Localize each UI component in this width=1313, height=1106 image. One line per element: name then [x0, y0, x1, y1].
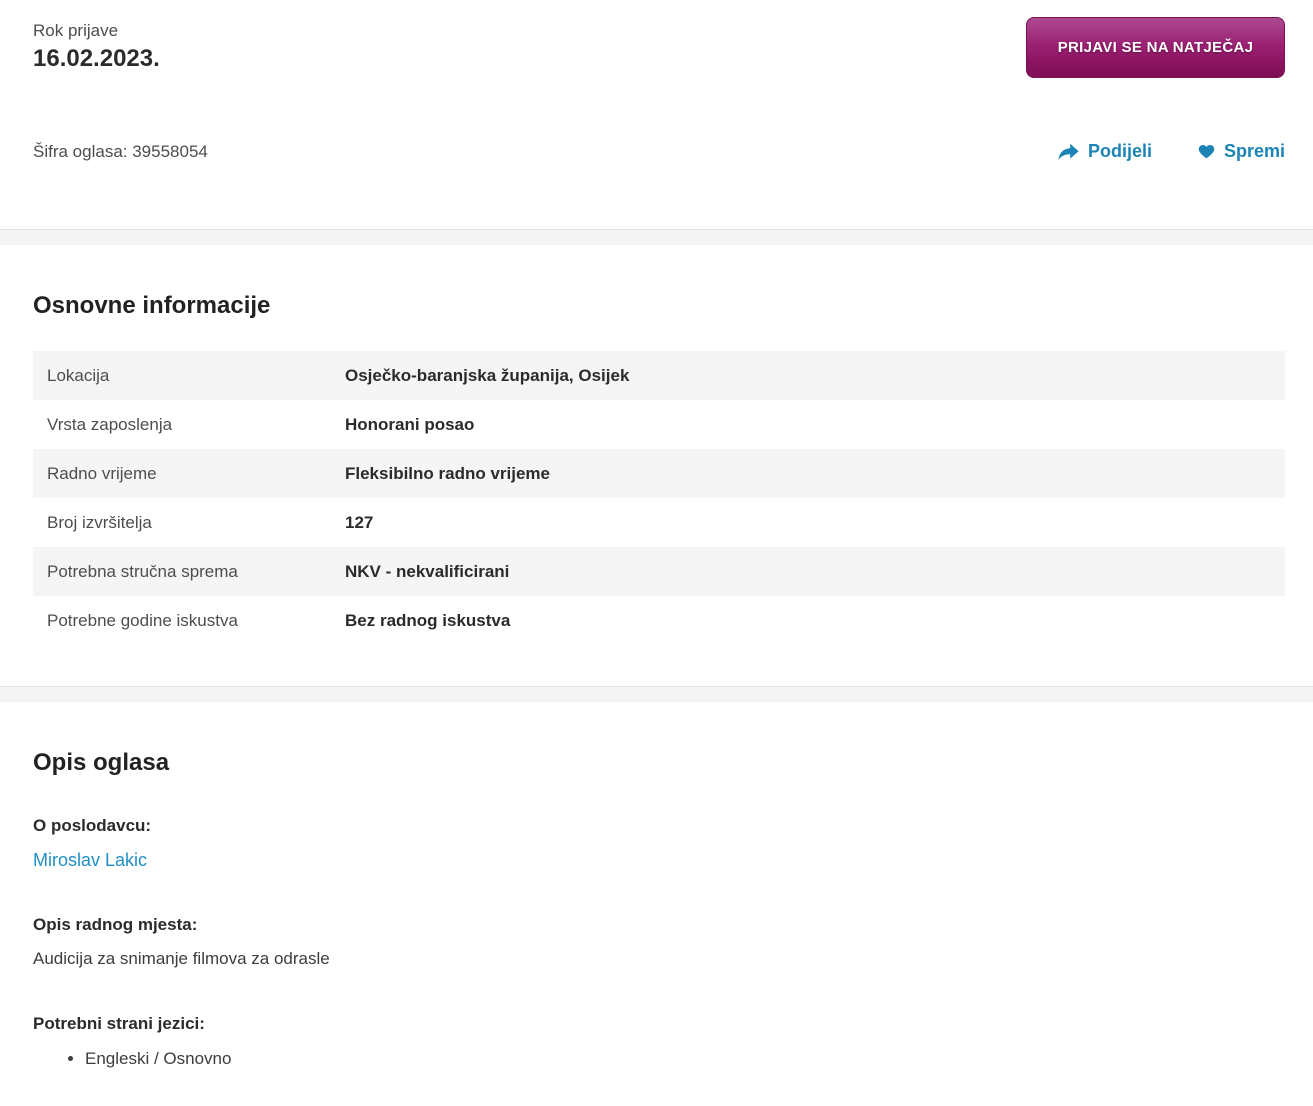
- row-label: Broj izvršitelja: [47, 513, 345, 533]
- application-deadline: Rok prijave 16.02.2023.: [33, 20, 160, 74]
- table-row: Vrsta zaposlenja Honorani posao: [33, 400, 1285, 449]
- language-item: Engleski / Osnovno: [85, 1046, 1285, 1072]
- apply-button[interactable]: PRIJAVI SE NA NATJEČAJ: [1026, 17, 1285, 78]
- job-ad-page: Rok prijave 16.02.2023. PRIJAVI SE NA NA…: [0, 0, 1313, 1106]
- basic-info-section: Osnovne informacije Lokacija Osječko-bar…: [0, 292, 1313, 686]
- share-arrow-icon: [1058, 143, 1079, 161]
- basic-info-table: Lokacija Osječko-baranjska županija, Osi…: [33, 351, 1285, 645]
- row-value: Osječko-baranjska županija, Osijek: [345, 366, 629, 386]
- save-link[interactable]: Spremi: [1198, 141, 1285, 162]
- share-link[interactable]: Podijeli: [1058, 141, 1152, 162]
- languages-list: Engleski / Osnovno: [33, 1046, 1285, 1072]
- row-value: 127: [345, 513, 373, 533]
- ad-description-section: Opis oglasa O poslodavcu: Miroslav Lakic…: [0, 749, 1313, 1106]
- ad-code: Šifra oglasa: 39558054: [33, 142, 208, 162]
- deadline-label: Rok prijave: [33, 20, 160, 42]
- ad-code-row: Šifra oglasa: 39558054 Podijeli: [33, 141, 1285, 162]
- ad-actions: Podijeli Spremi: [1058, 141, 1285, 162]
- section-divider: [0, 229, 1313, 245]
- row-label: Lokacija: [47, 366, 345, 386]
- basic-info-title: Osnovne informacije: [33, 292, 1285, 320]
- row-label: Potrebna stručna sprema: [47, 562, 345, 582]
- table-row: Potrebne godine iskustva Bez radnog isku…: [33, 596, 1285, 645]
- row-label: Vrsta zaposlenja: [47, 415, 345, 435]
- row-value: NKV - nekvalificirani: [345, 562, 509, 582]
- share-link-label: Podijeli: [1088, 141, 1152, 162]
- spacer: [33, 645, 1285, 686]
- employer-label: O poslodavcu:: [33, 813, 1285, 839]
- employer-link[interactable]: Miroslav Lakic: [33, 847, 147, 873]
- row-label: Radno vrijeme: [47, 464, 345, 484]
- deadline-date: 16.02.2023.: [33, 44, 160, 74]
- row-value: Bez radnog iskustva: [345, 611, 510, 631]
- row-value: Honorani posao: [345, 415, 474, 435]
- job-description-label: Opis radnog mjesta:: [33, 912, 1285, 938]
- job-description-text: Audicija za snimanje filmova za odrasle: [33, 946, 1285, 972]
- languages-label: Potrebni strani jezici:: [33, 1011, 1285, 1037]
- table-row: Broj izvršitelja 127: [33, 498, 1285, 547]
- table-row: Radno vrijeme Fleksibilno radno vrijeme: [33, 449, 1285, 498]
- table-row: Lokacija Osječko-baranjska županija, Osi…: [33, 351, 1285, 400]
- section-divider: [0, 686, 1313, 702]
- row-value: Fleksibilno radno vrijeme: [345, 464, 550, 484]
- save-link-label: Spremi: [1224, 141, 1285, 162]
- table-row: Potrebna stručna sprema NKV - nekvalific…: [33, 547, 1285, 596]
- spacer: [33, 1072, 1285, 1106]
- ad-description-title: Opis oglasa: [33, 749, 1285, 777]
- row-label: Potrebne godine iskustva: [47, 611, 345, 631]
- job-header: Rok prijave 16.02.2023. PRIJAVI SE NA NA…: [0, 0, 1313, 229]
- heart-icon: [1198, 144, 1215, 159]
